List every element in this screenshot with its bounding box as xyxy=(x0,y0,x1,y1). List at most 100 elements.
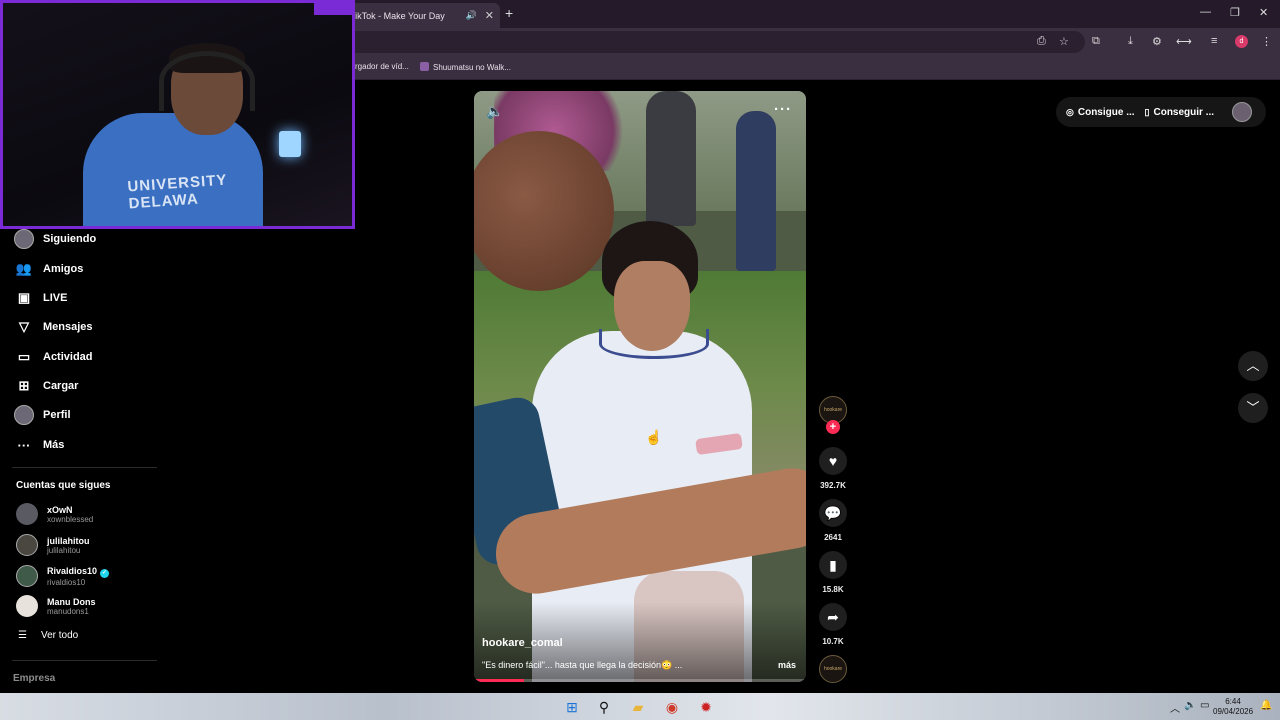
following-section-title: Cuentas que sigues xyxy=(16,480,111,491)
bookmark-favicon-icon xyxy=(420,62,429,71)
sidebar-item-label: Siguiendo xyxy=(43,233,97,245)
save-count: 15.8K xyxy=(822,585,844,594)
video-bystander xyxy=(736,111,776,271)
sidebar-item-following[interactable]: Siguiendo xyxy=(14,228,96,250)
sidebar-item-upload[interactable]: ⊞ Cargar xyxy=(14,375,79,397)
sidebar-item-label: Mensajes xyxy=(43,321,93,333)
downloads-icon[interactable]: ⤓ xyxy=(1128,35,1133,48)
save-button[interactable]: ▮ xyxy=(819,551,847,579)
account-handle: manudons1 xyxy=(47,606,89,616)
music-disc-icon[interactable]: hookare xyxy=(819,655,847,683)
video-username[interactable]: hookare_comal xyxy=(482,637,563,649)
followed-account[interactable]: julilahitou julilahitou xyxy=(16,532,166,558)
media-control-icon[interactable]: ≡ xyxy=(1211,35,1217,47)
close-window-icon[interactable]: ✕ xyxy=(1259,6,1268,19)
followed-account[interactable]: Rivaldios10 ✓ rivaldios10 xyxy=(16,563,166,589)
like-count: 392.7K xyxy=(820,481,846,490)
like-button[interactable]: ♥ xyxy=(819,447,847,475)
tab-audio-icon[interactable]: 🔊 xyxy=(466,10,477,21)
sidebar-item-messages[interactable]: ▽ Mensajes xyxy=(14,316,93,338)
sidebar-item-label: Amigos xyxy=(43,263,84,275)
profile-avatar-icon[interactable]: d xyxy=(1235,35,1248,48)
comment-icon: 💬 xyxy=(824,505,842,521)
start-icon[interactable]: ⊞ xyxy=(562,697,582,717)
top-right-actions: ◎ Consigue ... ▯ Conseguir ... xyxy=(1056,97,1266,127)
sidebar-item-friends[interactable]: 👥 Amigos xyxy=(14,258,83,280)
chevron-up-icon: ︿ xyxy=(1246,358,1260,373)
list-icon: ☰ xyxy=(18,630,27,641)
get-app-label: Conseguir ... xyxy=(1153,106,1215,118)
get-app-button[interactable]: ▯ Conseguir ... xyxy=(1145,107,1215,118)
restore-icon[interactable]: ❐ xyxy=(1230,6,1240,19)
extensions-icon[interactable]: ⧉ xyxy=(1092,35,1100,48)
network-icon[interactable]: ▭ xyxy=(1200,700,1209,711)
volume-icon[interactable]: 🔈 xyxy=(486,103,503,120)
browser-tab[interactable]: TikTok - Make Your Day 🔊 ✕ xyxy=(340,3,500,28)
followed-account[interactable]: Manu Dons manudons1 xyxy=(16,593,166,619)
volume-tray-icon[interactable]: 🔊 xyxy=(1184,700,1196,711)
see-all-link[interactable]: ☰ Ver todo xyxy=(18,630,78,641)
sidebar-item-activity[interactable]: ▭ Actividad xyxy=(14,346,93,368)
comment-button[interactable]: 💬 xyxy=(819,499,847,527)
avatar xyxy=(16,565,38,587)
coin-icon: ◎ xyxy=(1066,106,1074,117)
bookmark-star-icon[interactable]: ☆ xyxy=(1059,35,1069,48)
sidebar-item-more[interactable]: ··· Más xyxy=(14,434,65,456)
account-name-text: Rivaldios10 xyxy=(47,565,98,576)
get-coins-label: Consigue ... xyxy=(1077,106,1135,118)
video-player[interactable]: 🔈 ··· hookare_comal "Es dinero fácil"...… xyxy=(474,91,806,682)
video-progress-bar[interactable] xyxy=(474,679,806,682)
bookmark-icon: ▮ xyxy=(829,557,837,573)
tab-close-icon[interactable]: ✕ xyxy=(485,9,494,22)
next-video-button[interactable]: ﹀ xyxy=(1238,393,1268,423)
account-name: Rivaldios10 ✓ xyxy=(47,565,110,578)
user-avatar[interactable] xyxy=(1232,102,1253,122)
menu-kebab-icon[interactable]: ⋮ xyxy=(1261,35,1272,48)
account-handle: julilahitou xyxy=(47,545,81,555)
sidebar-divider xyxy=(12,660,157,661)
chrome-icon[interactable]: ◉ xyxy=(662,697,682,717)
screen: TikTok - Make Your Day 🔊 ✕ + — ❐ ✕ ⎙ ☆ ⧉… xyxy=(0,0,1280,720)
sidebar-item-live[interactable]: ▣ LIVE xyxy=(14,287,68,309)
new-tab-icon[interactable]: + xyxy=(505,5,513,21)
app-icon[interactable]: ✹ xyxy=(696,697,716,717)
notifications-icon[interactable]: 🔔 xyxy=(1260,700,1272,711)
address-bar[interactable] xyxy=(330,31,1085,53)
more-icon: ··· xyxy=(17,437,31,453)
sidebar-item-label: LIVE xyxy=(43,292,68,304)
get-coins-button[interactable]: ◎ Consigue ... xyxy=(1066,107,1135,118)
caption-more-button[interactable]: más xyxy=(778,660,796,670)
previous-video-button[interactable]: ︿ xyxy=(1238,351,1268,381)
profile-avatar-icon xyxy=(14,405,34,425)
share-button[interactable]: ➦ xyxy=(819,603,847,631)
headset-icon xyxy=(159,51,255,111)
video-caption: "Es dinero fácil"... hasta que llega la … xyxy=(482,660,683,670)
phone-icon: ▯ xyxy=(1144,106,1150,117)
follow-plus-icon[interactable]: + xyxy=(826,420,840,434)
avatar xyxy=(16,595,38,617)
webcam-frame-corner xyxy=(314,3,352,15)
install-app-icon[interactable]: ⎙ xyxy=(1037,35,1046,48)
minimize-icon[interactable]: — xyxy=(1200,6,1211,18)
video-stone-ball xyxy=(474,131,614,291)
following-avatar-icon xyxy=(14,229,34,249)
clock-time: 6:44 xyxy=(1225,697,1241,706)
bookmark-item[interactable]: Shuumatsu no Walk... xyxy=(420,62,511,72)
chevron-down-icon: ﹀ xyxy=(1246,400,1260,415)
tray-chevron-icon[interactable]: ︿ xyxy=(1170,700,1180,715)
taskbar-clock[interactable]: 6:44 09/04/2026 xyxy=(1213,697,1253,717)
sidebar-item-label: Perfil xyxy=(43,409,71,421)
comment-count: 2641 xyxy=(824,533,842,542)
account-name: Manu Dons xyxy=(47,596,96,607)
translate-icon[interactable]: ⟷ xyxy=(1176,35,1192,48)
sidebar-item-profile[interactable]: Perfil xyxy=(14,404,71,426)
webcam-overlay: UNIVERSITY DELAWA xyxy=(0,0,355,229)
extension-icon[interactable]: ⚙ xyxy=(1152,35,1162,48)
more-options-icon[interactable]: ··· xyxy=(774,101,792,118)
search-icon[interactable]: ⚲ xyxy=(594,697,614,717)
footer-link-company[interactable]: Empresa xyxy=(13,673,55,684)
followed-account[interactable]: xOwN xownblessed xyxy=(16,501,166,527)
heart-icon: ♥ xyxy=(828,453,838,469)
file-explorer-icon[interactable]: ▰ xyxy=(628,697,648,717)
bookmark-item[interactable]: rgador de víd... xyxy=(355,62,409,71)
